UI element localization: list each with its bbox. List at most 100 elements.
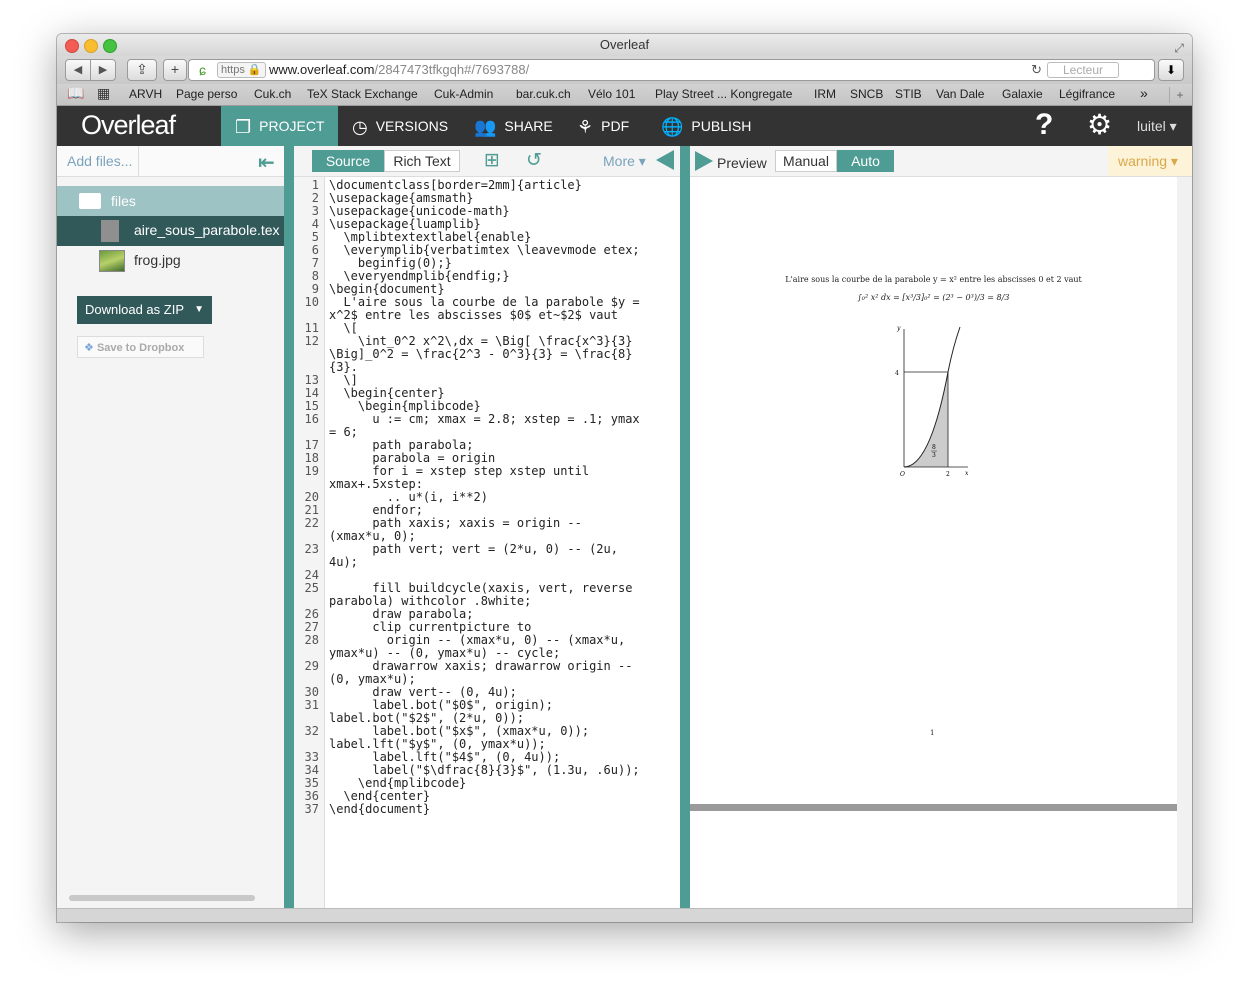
bookmark-item[interactable]: ARVH <box>129 87 162 101</box>
page-separator <box>690 804 1177 811</box>
manual-compile-button[interactable]: Manual <box>775 150 837 172</box>
history-icon[interactable]: ↺ <box>526 149 542 172</box>
add-tab-icon[interactable]: + <box>1169 87 1190 103</box>
tab-rich-text[interactable]: Rich Text <box>384 150 460 172</box>
doc-equation: ∫₀² x² dx = [x³/3]₀² = (2³ − 0³)/3 = 8/3 <box>857 293 1010 302</box>
browser-window: Overleaf ⤢ ◀ ▶ ⇪ + ɕ https 🔒 www.overlea… <box>57 34 1192 922</box>
warning-dropdown[interactable]: warning ▾ <box>1108 146 1192 176</box>
x-label: x <box>965 470 969 477</box>
sidebar-toolbar: Add files... ⇤ <box>57 146 284 177</box>
https-badge: https 🔒 <box>217 62 266 78</box>
doc-caption: L'aire sous la courbe de la parabole y =… <box>785 275 1082 284</box>
expand-preview-icon[interactable] <box>656 150 674 170</box>
bookmark-item[interactable]: Play Street ... Kongregate <box>655 87 792 101</box>
collapse-sidebar-icon[interactable]: ⇤ <box>258 150 275 175</box>
expand-editor-icon[interactable] <box>695 151 713 171</box>
overleaf-logo[interactable]: Overleaf <box>81 110 176 141</box>
forward-icon[interactable]: ▶ <box>91 60 115 80</box>
origin-label: O <box>900 471 905 477</box>
line-text: path vert; vert = (2*u, 0) -- (2u, <box>329 542 618 556</box>
bookmark-item[interactable]: Vélo 101 <box>588 87 635 101</box>
caret-down-icon[interactable]: ▼ <box>194 296 204 324</box>
y-label: y <box>896 325 901 332</box>
line-text: u := cm; xmax = 2.8; xstep = .1; ymax <box>329 412 640 426</box>
pdf-preview: Preview Manual Auto warning ▾ L'aire sou… <box>690 146 1192 908</box>
bookmark-item[interactable]: IRM <box>814 87 836 101</box>
save-to-dropbox-button[interactable]: ❖ Save to Dropbox <box>77 336 204 358</box>
parabola-figure: y 4 O 2 x 8 3 <box>895 325 969 477</box>
title-bar: Overleaf ⤢ <box>57 34 1192 56</box>
bookmark-item[interactable]: bar.cuk.ch <box>516 87 571 101</box>
share-icon: ⇪ <box>136 61 148 77</box>
reload-icon[interactable]: ↻ <box>1031 60 1042 80</box>
sidebar-splitter[interactable] <box>284 146 294 908</box>
globe-icon: 🌐 <box>661 117 684 138</box>
code-line[interactable]: 37 \end{document} <box>294 803 680 816</box>
download-icon: ⬇ <box>1165 63 1177 77</box>
overleaf-favicon: ɕ <box>199 62 206 78</box>
reader-button[interactable]: Lecteur <box>1047 62 1119 78</box>
add-comment-icon[interactable]: ⊞ <box>484 149 500 172</box>
editor-splitter[interactable] <box>680 146 690 908</box>
nav-versions[interactable]: ◷ VERSIONS <box>338 106 462 146</box>
tab-source[interactable]: Source <box>312 150 384 172</box>
bookmark-item[interactable]: Légifrance <box>1059 87 1115 101</box>
downloads-button[interactable]: ⬇ <box>1158 59 1184 81</box>
bookmark-item[interactable]: Van Dale <box>936 87 984 101</box>
line-number: 16 <box>304 412 319 426</box>
dropbox-icon: ❖ <box>84 342 94 354</box>
source-editor: Source Rich Text ⊞ ↺ More ▾ 1 \documentcl… <box>294 146 680 908</box>
folder-icon <box>79 193 101 209</box>
bookmark-item[interactable]: SNCB <box>850 87 883 101</box>
nav-share[interactable]: 👥 SHARE <box>460 106 567 146</box>
more-menu[interactable]: More ▾ <box>603 153 646 170</box>
preview-scrollbar[interactable] <box>1177 177 1192 908</box>
bookmark-item[interactable]: Galaxie <box>1002 87 1043 101</box>
editor-toolbar: Source Rich Text ⊞ ↺ More ▾ <box>294 146 680 177</box>
file-item-tex[interactable]: aire_sous_parabole.tex <box>57 216 284 246</box>
bookmark-item[interactable]: Page perso <box>176 87 237 101</box>
back-icon[interactable]: ◀ <box>66 60 91 80</box>
line-number: 28 <box>304 633 319 647</box>
add-files-button[interactable]: Add files... <box>57 146 139 176</box>
window-title: Overleaf <box>599 37 650 52</box>
folder-files[interactable]: files <box>57 186 284 216</box>
close-window-button[interactable] <box>65 39 79 53</box>
share-page-button[interactable]: ⇪ <box>127 59 157 81</box>
address-bar[interactable]: ɕ https 🔒 www.overleaf.com/2847473tfkgqh… <box>188 59 1155 81</box>
minimize-window-button[interactable] <box>84 39 98 53</box>
file-item-image[interactable]: frog.jpg <box>57 246 284 276</box>
bookmark-item[interactable]: TeX Stack Exchange <box>307 87 418 101</box>
fraction-denominator: 3 <box>932 452 936 459</box>
top-sites-icon[interactable]: ▦ <box>97 85 110 102</box>
gear-icon[interactable]: ⚙ <box>1087 108 1112 141</box>
line-number: 32 <box>304 724 319 738</box>
bookmark-item[interactable]: STIB <box>895 87 922 101</box>
user-menu[interactable]: luitel ▾ <box>1137 118 1177 135</box>
url-text: www.overleaf.com/2847473tfkgqh#/7693788/ <box>269 62 530 77</box>
line-number: 37 <box>304 802 319 816</box>
line-number: 19 <box>304 464 319 478</box>
help-icon[interactable]: ? <box>1035 108 1053 142</box>
more-bookmarks-icon[interactable]: » <box>1140 85 1148 101</box>
nav-publish[interactable]: 🌐 PUBLISH <box>647 106 765 146</box>
new-tab-button[interactable]: + <box>163 59 187 81</box>
reading-list-icon[interactable]: 📖 <box>67 85 84 102</box>
zoom-window-button[interactable] <box>103 39 117 53</box>
file-sidebar: Add files... ⇤ files aire_sous_parabole.… <box>57 146 284 908</box>
nav-pdf[interactable]: ⚘ PDF <box>563 106 643 146</box>
download-zip-button[interactable]: Download as ZIP ▼ <box>77 296 212 324</box>
line-text: 4u); <box>329 555 358 569</box>
pdf-page: L'aire sous la courbe de la parabole y =… <box>690 177 1177 807</box>
line-number: 29 <box>304 659 319 673</box>
auto-compile-button[interactable]: Auto <box>837 150 894 172</box>
sidebar-scrollbar[interactable] <box>69 895 255 901</box>
code-line[interactable]: 4u); <box>294 556 680 569</box>
nav-project[interactable]: ❐ PROJECT <box>221 106 339 146</box>
bookmark-item[interactable]: Cuk.ch <box>254 87 291 101</box>
bookmark-item[interactable]: Cuk-Admin <box>434 87 493 101</box>
code-area[interactable]: 1 \documentclass[border=2mm]{article} 2 \us… <box>294 179 680 816</box>
history-buttons: ◀ ▶ <box>65 59 116 81</box>
preview-label: Preview <box>717 155 767 171</box>
line-number: 31 <box>304 698 319 712</box>
